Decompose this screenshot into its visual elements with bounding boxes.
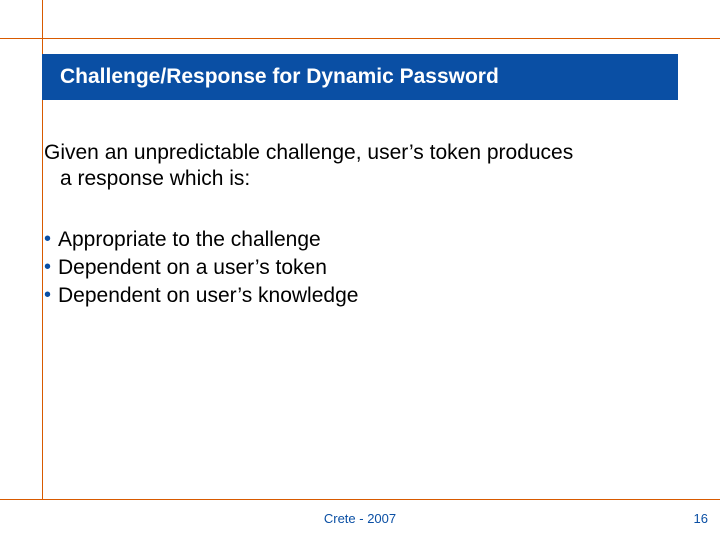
footer-text: Crete - 2007: [0, 511, 720, 526]
bullet-item: Appropriate to the challenge: [44, 227, 678, 253]
slide-title: Challenge/Response for Dynamic Password: [60, 65, 499, 89]
title-bar: Challenge/Response for Dynamic Password: [42, 54, 678, 100]
frame-line-bottom: [0, 499, 720, 500]
bullet-item: Dependent on a user’s token: [44, 255, 678, 281]
intro-text: Given an unpredictable challenge, user’s…: [42, 140, 678, 193]
frame-line-top: [0, 38, 720, 39]
page-number: 16: [694, 511, 708, 526]
intro-line-1: Given an unpredictable challenge, user’s…: [44, 140, 678, 166]
bullet-item: Dependent on user’s knowledge: [44, 283, 678, 309]
slide-body: Given an unpredictable challenge, user’s…: [42, 140, 678, 311]
slide: Challenge/Response for Dynamic Password …: [0, 0, 720, 540]
intro-line-2: a response which is:: [44, 166, 678, 192]
bullet-list: Appropriate to the challenge Dependent o…: [42, 227, 678, 310]
